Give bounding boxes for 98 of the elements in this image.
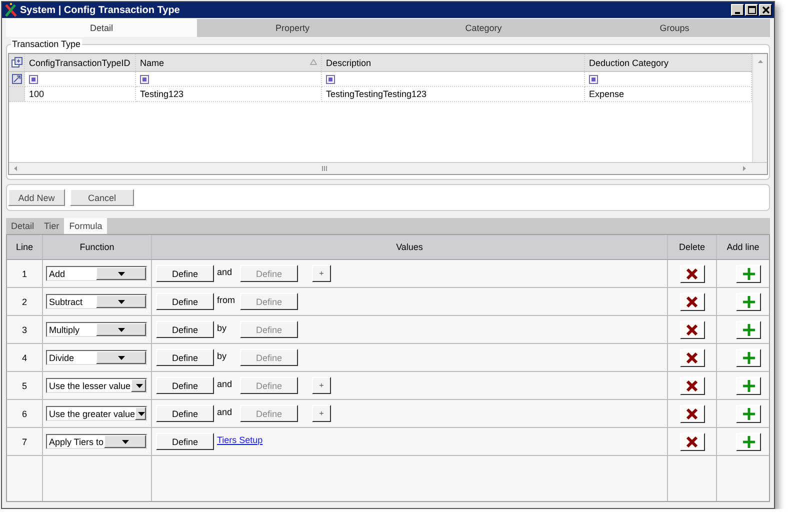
define-button[interactable]: Define xyxy=(156,349,214,366)
line-number: 4 xyxy=(22,352,27,362)
column-header[interactable]: Name xyxy=(140,58,164,68)
delete-button[interactable] xyxy=(680,320,704,338)
tiers-setup-link[interactable]: Tiers Setup xyxy=(217,435,263,445)
operator-label: by xyxy=(216,323,228,333)
filter-toggle-icon[interactable] xyxy=(12,74,22,84)
dropdown-arrow-icon[interactable] xyxy=(118,328,126,332)
add-value-button[interactable]: + xyxy=(312,377,331,394)
close-icon xyxy=(686,408,698,420)
add-value-button[interactable]: + xyxy=(312,265,331,282)
add-line-button[interactable] xyxy=(736,348,761,366)
dropdown-arrow-icon[interactable] xyxy=(118,300,126,304)
close-icon xyxy=(686,380,698,392)
define-button[interactable]: Define xyxy=(156,377,214,394)
line-number: 6 xyxy=(22,408,27,418)
define-button[interactable]: Define xyxy=(156,265,214,282)
function-dropdown[interactable]: Use the lesser value xyxy=(46,378,147,393)
add-line-button[interactable] xyxy=(736,432,761,450)
plus-icon xyxy=(742,268,754,280)
operator-label: and xyxy=(216,379,234,389)
define-button[interactable]: Define xyxy=(156,321,214,338)
delete-button[interactable] xyxy=(680,264,704,282)
filter-icon[interactable] xyxy=(589,74,598,84)
plus-icon xyxy=(742,436,754,448)
filter-icon[interactable] xyxy=(29,74,38,84)
add-line-button[interactable] xyxy=(736,376,761,394)
function-dropdown[interactable]: Apply Tiers to xyxy=(46,434,147,449)
delete-button[interactable] xyxy=(680,404,704,422)
table-cell: TestingTestingTesting123 xyxy=(322,87,585,102)
function-dropdown[interactable]: Divide xyxy=(46,350,147,365)
operator-label: and xyxy=(216,407,234,417)
add-line-button[interactable] xyxy=(736,264,761,282)
filter-icon[interactable] xyxy=(140,74,149,84)
plus-icon xyxy=(742,380,754,392)
scroll-grip-icon[interactable] xyxy=(322,166,327,171)
function-dropdown[interactable]: Subtract xyxy=(46,294,147,309)
delete-button[interactable] xyxy=(680,292,704,310)
plus-icon xyxy=(742,352,754,364)
operator-label: by xyxy=(216,351,228,361)
action-button[interactable]: Cancel xyxy=(70,189,134,206)
close-icon xyxy=(686,352,698,364)
plus-icon xyxy=(742,408,754,420)
delete-button[interactable] xyxy=(680,348,704,366)
define-button[interactable]: Define xyxy=(156,433,214,450)
column-header: Add line xyxy=(726,242,760,252)
close-icon xyxy=(686,324,698,336)
delete-button[interactable] xyxy=(680,376,704,394)
column-header[interactable]: Deduction Category xyxy=(589,58,669,68)
column-header: Delete xyxy=(678,242,705,252)
tab[interactable]: Detail xyxy=(6,19,197,37)
close-icon xyxy=(686,268,698,280)
window-title: System | Config Transaction Type xyxy=(20,4,180,16)
minimize-button[interactable] xyxy=(731,4,744,16)
function-dropdown[interactable]: Add xyxy=(46,266,147,281)
dropdown-arrow-icon[interactable] xyxy=(122,440,130,444)
close-icon xyxy=(686,296,698,308)
add-line-button[interactable] xyxy=(736,292,761,310)
column-header: Function xyxy=(80,242,114,252)
line-number: 1 xyxy=(22,268,27,278)
define-button[interactable]: Define xyxy=(156,293,214,310)
plus-icon xyxy=(742,296,754,308)
close-icon xyxy=(686,436,698,448)
filter-icon[interactable] xyxy=(326,74,335,84)
operator-label: from xyxy=(216,295,236,305)
table-cell: 100 xyxy=(25,87,136,102)
line-number: 7 xyxy=(22,436,27,446)
line-number: 3 xyxy=(22,324,27,334)
column-header: Line xyxy=(16,242,33,252)
delete-button[interactable] xyxy=(680,432,704,450)
column-chooser-icon[interactable] xyxy=(10,57,22,68)
sort-icon xyxy=(310,59,317,65)
close-button[interactable] xyxy=(759,4,772,16)
group-title: Transaction Type xyxy=(11,39,82,49)
line-number: 5 xyxy=(22,380,27,390)
action-button[interactable]: Add New xyxy=(8,189,65,206)
operator-label: and xyxy=(216,267,234,277)
dropdown-arrow-icon[interactable] xyxy=(118,356,126,360)
define-button[interactable]: Define xyxy=(156,405,214,422)
column-header[interactable]: Description xyxy=(326,58,372,68)
plus-icon xyxy=(742,324,754,336)
dropdown-arrow-icon[interactable] xyxy=(118,272,126,276)
function-dropdown[interactable]: Multiply xyxy=(46,322,147,337)
add-line-button[interactable] xyxy=(736,320,761,338)
tab[interactable]: Formula xyxy=(64,218,108,234)
close-icon xyxy=(762,6,770,14)
dropdown-arrow-icon[interactable] xyxy=(138,412,146,416)
maximize-icon xyxy=(748,6,756,14)
column-header[interactable]: ConfigTransactionTypeID xyxy=(29,58,130,68)
maximize-button[interactable] xyxy=(745,4,758,16)
function-dropdown[interactable]: Use the greater value xyxy=(46,406,147,421)
dropdown-arrow-icon[interactable] xyxy=(136,384,143,388)
line-number: 2 xyxy=(22,296,27,306)
column-header: Values xyxy=(396,242,423,252)
app-logo-icon xyxy=(4,3,17,17)
table-cell: Testing123 xyxy=(136,87,322,102)
add-value-button[interactable]: + xyxy=(312,405,331,422)
add-line-button[interactable] xyxy=(736,404,761,422)
